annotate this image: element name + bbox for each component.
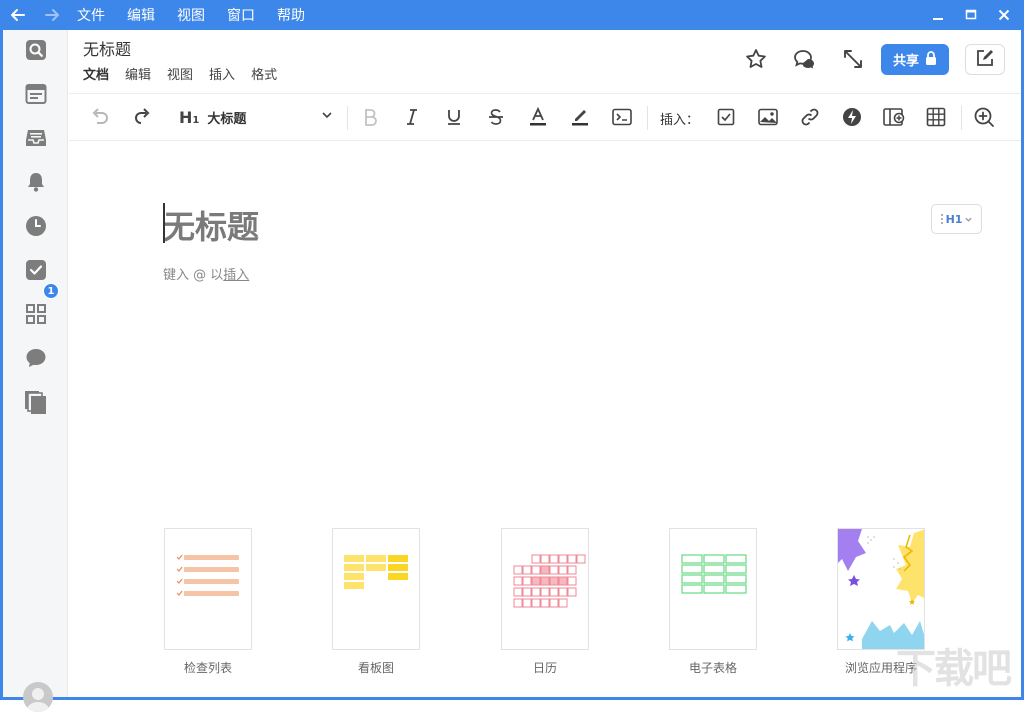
- sidebar: 1: [3, 30, 68, 712]
- template-calendar-label: 日历: [532, 661, 557, 675]
- toolbar-divider: [961, 106, 962, 130]
- tab-edit[interactable]: 编辑: [125, 64, 151, 83]
- insert-hint-link[interactable]: 插入: [223, 268, 249, 283]
- insert-hint-text: 键入 @ 以: [163, 268, 224, 283]
- menu-bar: 文件 编辑 视图 窗口 帮助: [66, 0, 316, 30]
- comment-icon[interactable]: [790, 44, 820, 74]
- maximize-icon[interactable]: [959, 3, 983, 27]
- share-label: 共享: [892, 54, 919, 69]
- document-menu-tabs: 文档 编辑 视图 插入 格式: [83, 64, 277, 83]
- documents-icon[interactable]: [23, 389, 49, 415]
- menu-window[interactable]: 窗口: [216, 5, 266, 25]
- toolbar-divider: [347, 106, 348, 130]
- compose-icon: [975, 48, 995, 72]
- template-checklist-label: 检查列表: [183, 661, 232, 675]
- task-check-icon[interactable]: [23, 257, 49, 283]
- calendar-thumbnail: [513, 554, 586, 608]
- document-title[interactable]: 无标题: [83, 36, 131, 60]
- text-cursor: [163, 203, 165, 243]
- template-checklist[interactable]: [164, 528, 252, 650]
- tab-insert[interactable]: 插入: [209, 64, 235, 83]
- menu-help[interactable]: 帮助: [266, 5, 316, 25]
- bold-icon[interactable]: [357, 104, 383, 130]
- tab-document[interactable]: 文档: [83, 64, 109, 83]
- inbox-icon[interactable]: [23, 125, 49, 151]
- underline-icon[interactable]: [441, 104, 467, 130]
- drag-handle-icon: [940, 214, 943, 224]
- block-style-label: H1: [945, 212, 963, 226]
- title-bar: 文件 编辑 视图 窗口 帮助: [0, 0, 1024, 30]
- menu-edit[interactable]: 编辑: [116, 5, 166, 25]
- star-icon[interactable]: [741, 44, 771, 74]
- search-icon[interactable]: [23, 37, 49, 63]
- template-calendar[interactable]: [501, 528, 589, 650]
- bell-icon[interactable]: [23, 169, 49, 195]
- table-insert-icon[interactable]: [923, 104, 949, 130]
- lock-icon: [925, 50, 937, 69]
- user-avatar[interactable]: [23, 682, 53, 712]
- code-block-icon[interactable]: [609, 104, 635, 130]
- new-note-button[interactable]: [965, 44, 1005, 75]
- share-button[interactable]: 共享: [881, 44, 949, 75]
- lightning-insert-icon[interactable]: [839, 104, 865, 130]
- apps-grid-icon[interactable]: [23, 301, 49, 327]
- redo-icon[interactable]: [129, 104, 155, 130]
- template-kanban[interactable]: [332, 528, 420, 650]
- heading-style-select[interactable]: H1 大标题: [179, 104, 339, 130]
- tab-format[interactable]: 格式: [251, 64, 277, 83]
- chevron-down-icon: [321, 109, 333, 125]
- minimize-icon[interactable]: [926, 3, 950, 27]
- back-arrow-icon[interactable]: [6, 3, 30, 27]
- forward-arrow-icon[interactable]: [40, 3, 64, 27]
- panel-insert-icon[interactable]: [881, 104, 907, 130]
- link-insert-icon[interactable]: [797, 104, 823, 130]
- tab-view[interactable]: 视图: [167, 64, 193, 83]
- editor-area[interactable]: 无标题 键入 @ 以插入 H1 检查列表 看板图 日历 电子表格 浏览应用程序: [69, 142, 1021, 697]
- checklist-thumbnail: [176, 554, 239, 596]
- insert-hint[interactable]: 键入 @ 以插入: [163, 264, 249, 283]
- clock-icon[interactable]: [23, 213, 49, 239]
- title-placeholder[interactable]: 无标题: [163, 202, 259, 248]
- image-insert-icon[interactable]: [755, 104, 781, 130]
- watermark: 下载吧: [896, 646, 1012, 692]
- italic-icon[interactable]: [399, 104, 425, 130]
- task-count-badge: 1: [43, 283, 59, 299]
- insert-label: 插入：: [660, 113, 700, 128]
- zoom-in-icon[interactable]: [971, 104, 997, 130]
- kanban-thumbnail: [344, 555, 408, 589]
- menu-file[interactable]: 文件: [66, 5, 116, 25]
- strikethrough-icon[interactable]: [483, 104, 509, 130]
- heading-style-label: 大标题: [207, 111, 247, 127]
- undo-icon[interactable]: [87, 104, 113, 130]
- formatting-toolbar: H1 大标题 插入：: [69, 93, 1021, 141]
- menu-view[interactable]: 视图: [166, 5, 216, 25]
- chat-icon[interactable]: [23, 345, 49, 371]
- spreadsheet-thumbnail: [681, 554, 747, 594]
- template-kanban-label: 看板图: [357, 661, 394, 675]
- template-browse-apps[interactable]: [837, 528, 925, 650]
- block-style-button[interactable]: H1: [931, 204, 982, 234]
- expand-icon[interactable]: [838, 44, 868, 74]
- browse-apps-thumbnail: [838, 529, 924, 649]
- text-color-icon[interactable]: [525, 104, 551, 130]
- toolbar-divider: [647, 106, 648, 130]
- template-spreadsheet-label: 电子表格: [688, 661, 737, 675]
- checkbox-insert-icon[interactable]: [713, 104, 739, 130]
- chevron-down-icon: [965, 217, 973, 222]
- template-spreadsheet[interactable]: [669, 528, 757, 650]
- window-icon[interactable]: [23, 81, 49, 107]
- heading-h-glyph: H: [179, 107, 193, 127]
- heading-level-glyph: 1: [192, 114, 200, 126]
- close-icon[interactable]: [992, 3, 1016, 27]
- document-header: 无标题 文档 编辑 视图 插入 格式 共享: [69, 30, 1021, 92]
- highlight-icon[interactable]: [567, 104, 593, 130]
